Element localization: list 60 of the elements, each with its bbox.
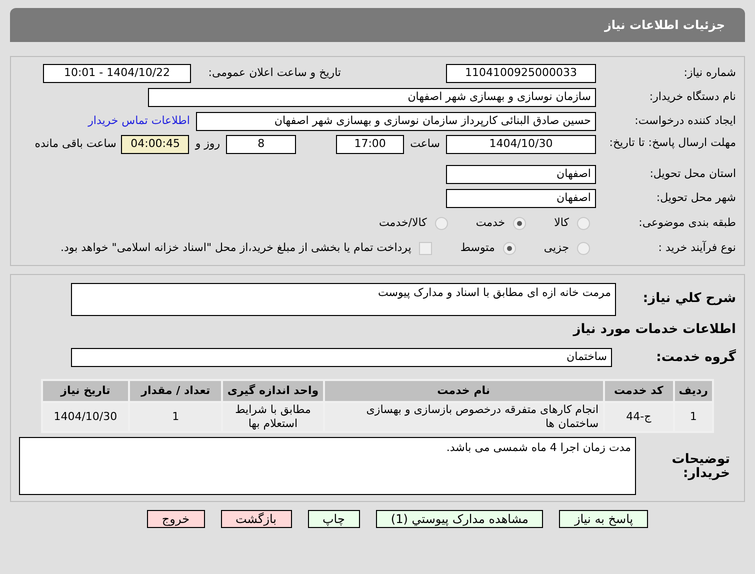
field-label: تاریخ و ساعت اعلان عمومی:	[207, 65, 341, 82]
radio-label: کالا	[554, 214, 569, 231]
remaining-label: ساعت باقی مانده	[34, 136, 116, 152]
page-title: جزئیات اطلاعات نیاز	[604, 17, 725, 34]
field-label: توضیحات خریدار:	[670, 451, 731, 481]
time-label: ساعت	[410, 136, 440, 152]
section-heading: اطلاعات خدمات مورد نیاز	[572, 321, 736, 339]
column-header: کد خدمت	[604, 380, 674, 402]
field-label: مهلت ارسال پاسخ: تا تاریخ:	[608, 135, 736, 151]
radio-label: جزیی	[544, 240, 569, 256]
text-field[interactable]: ساختمان	[71, 348, 612, 367]
table-cell: انجام کارهای متفرقه درخصوص بازسازی و بهسازی ساختمان ها	[324, 402, 604, 432]
text-field[interactable]: 1404/10/30	[446, 135, 596, 154]
field-label: گروه خدمت:	[655, 348, 736, 366]
text-field[interactable]: 17:00	[336, 135, 404, 154]
action-button[interactable]: مشاهده مدارک پیوستي (1)	[376, 510, 544, 528]
text-field[interactable]: 1104100925000033	[446, 64, 596, 83]
action-button[interactable]: بازگشت	[220, 510, 292, 528]
radio-label: متوسط	[460, 240, 495, 256]
radio-label: خدمت	[476, 214, 506, 231]
field-label: نوع فرآیند خرید :	[657, 240, 736, 256]
radio-button[interactable]	[577, 242, 590, 254]
column-header: تعداد / مقدار	[128, 380, 222, 402]
field-label: طبقه بندی موضوعی:	[638, 214, 736, 231]
text-field[interactable]: 04:00:45	[121, 135, 190, 154]
action-button[interactable]: چاپ	[308, 510, 360, 528]
column-header: واحد اندازه گیری	[222, 380, 324, 402]
field-label: شرح کلي نياز:	[642, 290, 736, 308]
column-header: ردیف	[674, 380, 713, 402]
table-cell: 1	[674, 402, 713, 432]
action-button[interactable]: پاسخ به نیاز	[559, 510, 648, 528]
action-button[interactable]: خروج	[146, 510, 204, 528]
field-label: ایجاد کننده درخواست:	[634, 113, 736, 130]
field-label: نام دستگاه خریدار:	[648, 89, 736, 106]
table-cell: 1	[128, 402, 222, 432]
column-header: نام خدمت	[324, 380, 604, 402]
checkbox-label: پرداخت تمام یا بخشی از مبلغ خرید،از محل "اسناد خزانه اسلامی" خواهد بود.	[60, 240, 412, 256]
days-label: روز و	[195, 136, 220, 152]
field-label: شهر محل تحویل:	[655, 190, 736, 206]
field-label: شماره نیاز:	[682, 65, 736, 82]
field-label: استان محل تحویل:	[648, 166, 736, 182]
text-field[interactable]: اصفهان	[446, 165, 596, 184]
radio-button[interactable]	[513, 216, 526, 230]
column-header: تاریخ نیاز	[42, 380, 129, 402]
table-cell: 1404/10/30	[42, 402, 129, 432]
checkbox[interactable]	[419, 242, 432, 254]
notes-box[interactable]: مدت زمان اجرا 4 ماه شمسی می باشد.	[19, 437, 636, 495]
radio-button[interactable]	[577, 216, 590, 230]
description-box[interactable]: مرمت خانه ازه ای مطابق با اسناد و مدارک پیوست	[71, 283, 616, 316]
table-cell: مطابق با شرایط استعلام بها	[222, 402, 324, 432]
text-field[interactable]: حسین صادق البنائی کارپرداز سازمان نوسازی و بهسازی شهر اصفهان	[196, 112, 596, 131]
radio-button[interactable]	[434, 216, 448, 230]
contact-link[interactable]: اطلاعات تماس خریدار	[88, 113, 190, 130]
text-field[interactable]: 8	[226, 135, 296, 154]
text-field[interactable]: اصفهان	[446, 189, 596, 208]
radio-button[interactable]	[502, 242, 516, 254]
text-field[interactable]: سازمان نوسازی و بهسازی شهر اصفهان	[148, 88, 596, 107]
radio-label: کالا/خدمت	[379, 214, 427, 231]
text-field[interactable]: 1404/10/22 - 10:01	[43, 64, 191, 83]
table-cell: ج-44	[604, 402, 674, 432]
